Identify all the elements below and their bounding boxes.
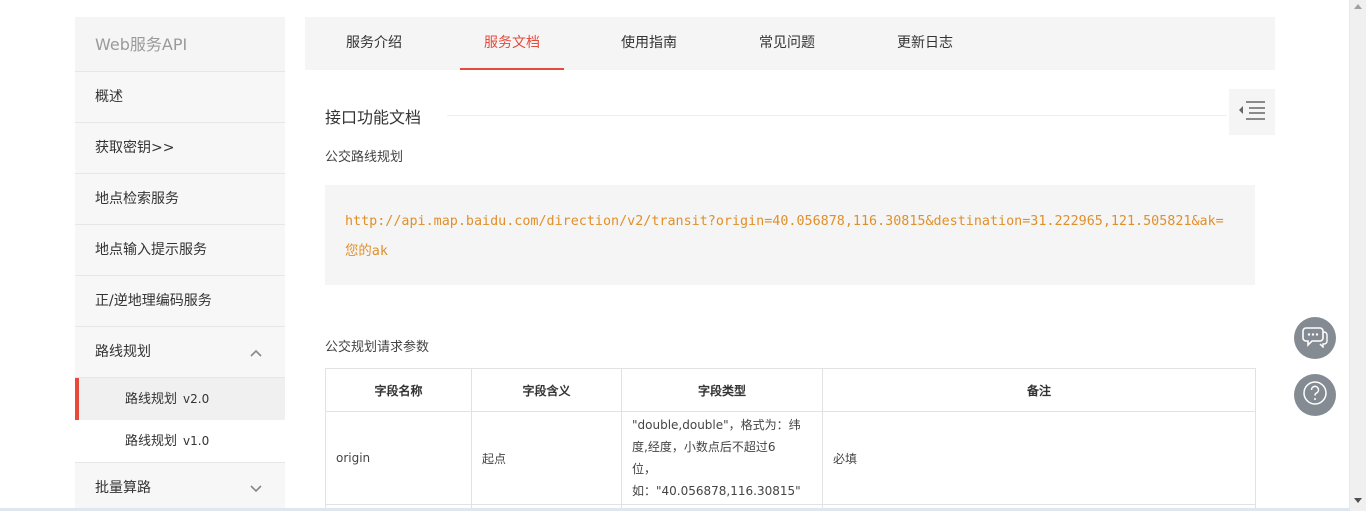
code-block: http://api.map.baidu.com/direction/v2/tr… (325, 185, 1255, 285)
sidebar-item-geocoding[interactable]: 正/逆地理编码服务 (75, 276, 285, 327)
tab-usage-guide[interactable]: 使用指南 (604, 17, 694, 70)
sidebar-item-route-planning[interactable]: 路线规划 (75, 327, 285, 378)
sidebar-item-label: 正/逆地理编码服务 (95, 293, 212, 309)
table-header-row: 字段名称 字段含义 字段类型 备注 (325, 368, 1256, 412)
type-line: 位， (632, 462, 657, 476)
sidebar-item-get-key[interactable]: 获取密钥>> (75, 123, 285, 174)
sidebar: Web服务API 概述 获取密钥>> 地点检索服务 地点输入提示服务 正/逆地理… (75, 17, 285, 511)
sidebar-item-label: 概述 (95, 89, 123, 105)
sidebar-item-overview[interactable]: 概述 (75, 72, 285, 123)
toc-list-icon (1237, 99, 1267, 125)
sidebar-item-place-search[interactable]: 地点检索服务 (75, 174, 285, 225)
question-mark-icon (1302, 380, 1328, 410)
section-heading-params: 公交规划请求参数 (325, 340, 430, 355)
sidebar-subitem-route-v2[interactable]: 路线规划 v2.0 (75, 378, 285, 420)
type-line: 度,经度，小数点后不超过6 (632, 440, 776, 454)
subitem-label: 路线规划 (125, 392, 178, 407)
tab-bar: 服务介绍 服务文档 使用指南 常见问题 更新日志 (305, 17, 1275, 70)
cell-note: 必填 (822, 411, 1256, 505)
chevron-up-icon (249, 327, 263, 378)
tab-service-docs[interactable]: 服务文档 (460, 17, 564, 70)
help-button[interactable] (1294, 374, 1336, 416)
chat-button[interactable] (1294, 317, 1336, 359)
subitem-label: 路线规划 (125, 434, 178, 449)
type-line: 如："40.056878,116.30815" (632, 484, 801, 498)
page-title: 接口功能文档 (325, 108, 422, 127)
column-header: 字段含义 (471, 368, 622, 412)
cell-field-meaning: 起点 (471, 411, 622, 505)
sidebar-item-label: 路线规划 (95, 344, 151, 360)
params-table: 字段名称 字段含义 字段类型 备注 origin 起点 "double,doub… (325, 368, 1256, 511)
column-header: 字段名称 (325, 368, 472, 412)
sidebar-item-label: 获取密钥>> (95, 140, 175, 156)
type-line: "double,double"，格式为：纬 (632, 418, 801, 432)
table-row: origin 起点 "double,double"，格式为：纬 度,经度，小数点… (325, 411, 1256, 505)
sidebar-title: Web服务API (75, 17, 285, 72)
sidebar-submenu: 路线规划 v2.0 路线规划 v1.0 (75, 378, 285, 462)
tab-service-intro[interactable]: 服务介绍 (329, 17, 419, 70)
section-heading-transit: 公交路线规划 (325, 150, 404, 165)
cell-field-type: "double,double"，格式为：纬 度,经度，小数点后不超过6 位， 如… (621, 411, 823, 505)
subitem-version: v2.0 (183, 392, 210, 406)
chevron-down-icon (249, 463, 263, 511)
sidebar-item-label: 地点输入提示服务 (95, 242, 207, 258)
request-url: http://api.map.baidu.com/direction/v2/tr… (345, 214, 1224, 259)
sidebar-item-label: 批量算路 (95, 480, 151, 496)
sidebar-item-place-suggestion[interactable]: 地点输入提示服务 (75, 225, 285, 276)
vertical-scrollbar[interactable] (1349, 0, 1366, 511)
title-divider (447, 115, 1227, 116)
sidebar-item-label: 地点检索服务 (95, 191, 179, 207)
sidebar-subitem-route-v1[interactable]: 路线规划 v1.0 (75, 420, 285, 462)
scroll-down-arrow-icon[interactable] (1354, 498, 1362, 503)
cell-field-name: origin (325, 411, 472, 505)
sidebar-item-batch-route[interactable]: 批量算路 (75, 462, 285, 511)
scroll-up-arrow-icon[interactable] (1354, 4, 1362, 9)
column-header: 字段类型 (621, 368, 823, 412)
toc-button[interactable] (1229, 89, 1275, 135)
tab-faq[interactable]: 常见问题 (742, 17, 832, 70)
column-header: 备注 (822, 368, 1256, 412)
subitem-version: v1.0 (183, 434, 210, 448)
chat-bubble-icon (1302, 324, 1328, 352)
tab-changelog[interactable]: 更新日志 (880, 17, 970, 70)
